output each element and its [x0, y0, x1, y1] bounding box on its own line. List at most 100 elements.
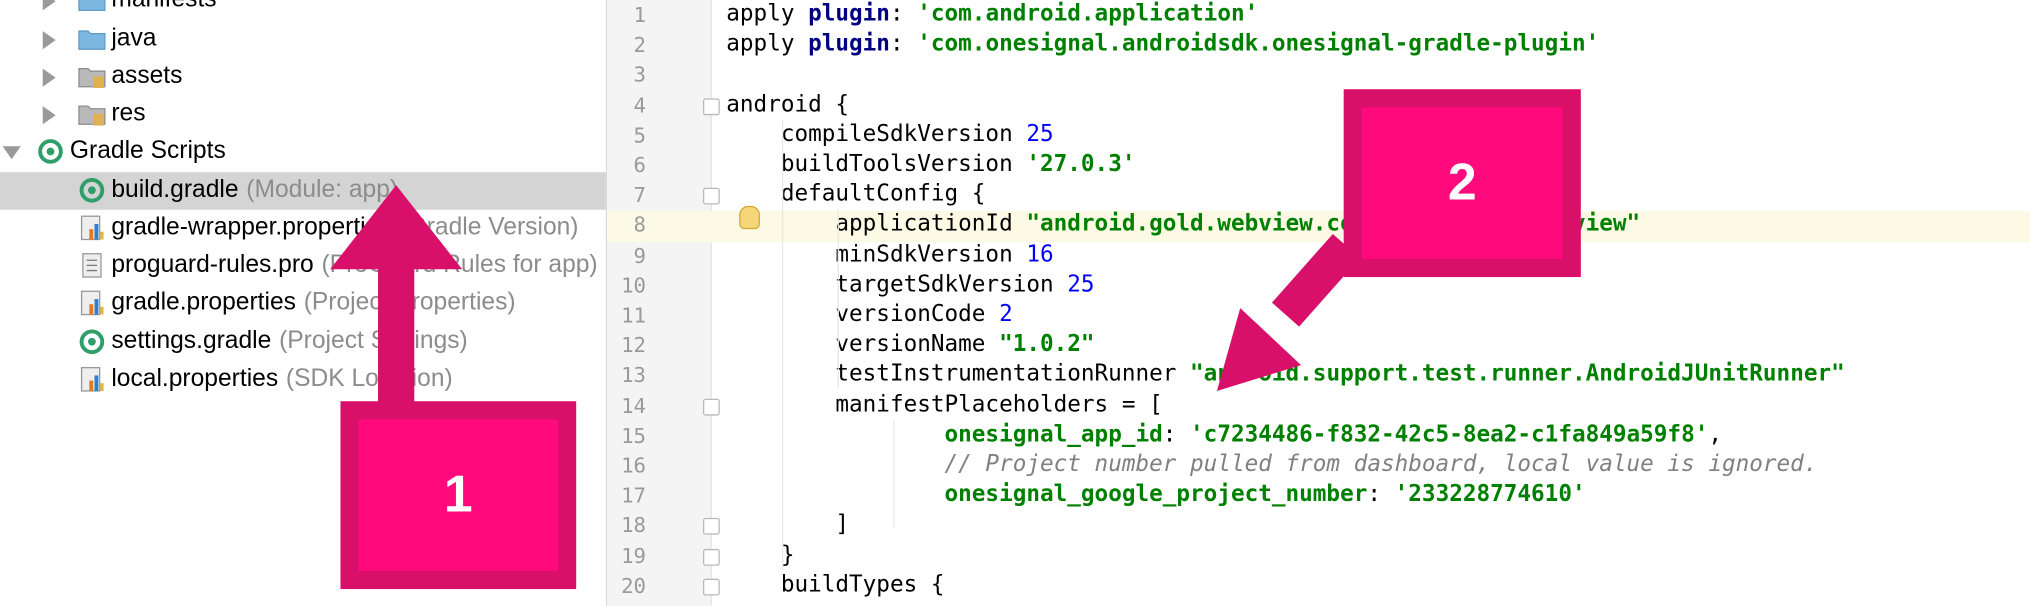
- tree-item-assets[interactable]: assets: [0, 58, 606, 96]
- code-text: onesignal_app_id: 'c7234486-f832-42c5-8e…: [726, 421, 1723, 448]
- collapse-arrow-icon[interactable]: [42, 106, 56, 125]
- fold-marker-icon[interactable]: [702, 518, 720, 536]
- callout-number-1: 1: [443, 466, 473, 524]
- code-line[interactable]: 3: [607, 61, 2030, 91]
- fold-marker-icon[interactable]: [702, 398, 720, 416]
- tree-item-label: assets: [111, 62, 182, 90]
- code-token: 25: [1067, 271, 1095, 298]
- tree-item-hint: (Project Properties): [303, 288, 516, 316]
- ide-window: manifests java assets res Gradle Scripts buil…: [0, 0, 2030, 606]
- code-token: testInstrumentationRunner: [726, 361, 1191, 388]
- tree-item-label: build.gradle (Module: app): [111, 176, 398, 204]
- tree-item-name: res: [111, 99, 146, 127]
- code-line[interactable]: 1 apply plugin: 'com.android.application': [607, 1, 2030, 31]
- code-text: compileSdkVersion 25: [726, 121, 1054, 147]
- code-token: versionName: [726, 331, 1000, 358]
- code-line[interactable]: 2 apply plugin: 'com.onesignal.androidsdk…: [607, 31, 2030, 61]
- tree-item-proguard-rules-pro[interactable]: proguard-rules.pro (ProGuard Rules for ap…: [0, 247, 606, 285]
- code-line[interactable]: 6 buildToolsVersion '27.0.3': [607, 151, 2030, 181]
- code-token: plugin: [808, 31, 890, 58]
- code-line[interactable]: 12 versionName "1.0.2": [607, 332, 2030, 362]
- code-line[interactable]: 5 compileSdkVersion 25: [607, 121, 2030, 151]
- callout-box-2: 2: [1343, 89, 1581, 278]
- tree-item-gradle-properties[interactable]: gradle.properties (Project Properties): [0, 285, 606, 323]
- indent-guide: [781, 120, 784, 570]
- code-token: :: [889, 1, 918, 28]
- code-text: minSdkVersion 16: [726, 242, 1053, 268]
- code-text: defaultConfig {: [726, 181, 986, 207]
- fold-marker-icon[interactable]: [702, 578, 720, 596]
- code-line[interactable]: 7 defaultConfig {: [607, 181, 2030, 211]
- collapse-arrow-icon[interactable]: [42, 0, 56, 11]
- code-line[interactable]: 18 ]: [607, 512, 2030, 542]
- tree-item-manifests[interactable]: manifests: [0, 0, 606, 19]
- code-token: :: [1162, 421, 1191, 448]
- code-token: '27.0.3': [1026, 151, 1136, 178]
- gradle-icon: [36, 139, 64, 165]
- tree-item-java[interactable]: java: [0, 21, 606, 59]
- tree-item-local-properties[interactable]: local.properties (SDK Location): [0, 361, 606, 399]
- code-token: 2: [999, 301, 1013, 328]
- code-token: 'c7234486-f832-42c5-8ea2-c1fa849a59f8': [1190, 421, 1709, 448]
- code-line[interactable]: 17 onesignal_google_project_number: '233…: [607, 482, 2030, 512]
- code-token: targetSdkVersion: [726, 271, 1068, 298]
- code-line[interactable]: 20 buildTypes {: [607, 572, 2030, 602]
- tree-item-label: local.properties (SDK Location): [111, 365, 452, 393]
- code-token: buildToolsVersion: [726, 151, 1027, 178]
- code-line[interactable]: 14 manifestPlaceholders = [: [607, 392, 2030, 422]
- lightbulb-icon[interactable]: [739, 205, 760, 230]
- line-number: 16: [621, 453, 647, 478]
- code-text: buildToolsVersion '27.0.3': [726, 151, 1136, 178]
- line-number: 19: [621, 543, 647, 568]
- tree-item-hint: (Module: app): [246, 176, 399, 204]
- code-text: buildTypes {: [726, 571, 945, 598]
- code-token: onesignal_google_project_number: [944, 481, 1368, 508]
- tree-item-name: assets: [111, 62, 183, 90]
- tree-item-settings-gradle[interactable]: settings.gradle (Project Settings): [0, 324, 606, 362]
- tree-item-gradle-wrapper-properties[interactable]: gradle-wrapper.properties (Gradle Version…: [0, 210, 606, 248]
- folder-icon: [78, 26, 106, 52]
- tree-item-res[interactable]: res: [0, 96, 606, 134]
- gradle-icon: [78, 177, 106, 203]
- tree-item-gradle-scripts[interactable]: Gradle Scripts: [0, 133, 606, 171]
- code-text: }: [726, 542, 795, 568]
- code-token: buildTypes {: [726, 571, 945, 598]
- code-line[interactable]: 8 applicationId "android.gold.webview.co…: [607, 211, 2030, 242]
- properties-file-icon: [78, 366, 106, 392]
- tree-item-label: Gradle Scripts: [70, 137, 226, 165]
- tree-item-hint: (Project Settings): [279, 327, 468, 355]
- code-token: android {: [726, 91, 850, 118]
- collapse-arrow-icon[interactable]: [42, 31, 56, 50]
- indent-guide: [893, 420, 895, 529]
- resource-folder-icon: [78, 101, 106, 127]
- code-token: 'com.android.application': [917, 1, 1259, 28]
- expand-arrow-icon[interactable]: [2, 146, 21, 160]
- line-number: 6: [633, 152, 647, 178]
- code-line[interactable]: 15 onesignal_app_id: 'c7234486-f832-42c5…: [607, 422, 2030, 452]
- code-line[interactable]: 9 minSdkVersion 16: [607, 242, 2030, 272]
- line-number: 4: [633, 92, 647, 118]
- code-line[interactable]: 19 }: [607, 542, 2030, 572]
- line-number: 9: [633, 242, 647, 268]
- code-line[interactable]: 13 testInstrumentationRunner "android.su…: [607, 362, 2030, 392]
- code-line[interactable]: 10 targetSdkVersion 25: [607, 272, 2030, 302]
- collapse-arrow-icon[interactable]: [42, 68, 56, 87]
- fold-marker-icon[interactable]: [702, 548, 720, 566]
- code-line[interactable]: 11 versionCode 2: [607, 302, 2030, 332]
- code-line[interactable]: 16 // Project number pulled from dashboa…: [607, 452, 2030, 482]
- line-number: 3: [633, 62, 647, 88]
- tree-item-build-gradle[interactable]: build.gradle (Module: app): [0, 172, 606, 210]
- code-text: manifestPlaceholders = [: [726, 392, 1162, 418]
- tree-item-name: java: [111, 24, 157, 52]
- code-editor[interactable]: 1 apply plugin: 'com.android.application'…: [607, 0, 2030, 606]
- code-token: :: [1367, 481, 1395, 508]
- code-token: :: [889, 31, 918, 58]
- fold-marker-icon[interactable]: [702, 97, 720, 115]
- tree-item-name: manifests: [111, 0, 216, 13]
- tree-item-hint: (ProGuard Rules for app): [321, 251, 598, 279]
- line-number: 14: [621, 393, 647, 418]
- fold-marker-icon[interactable]: [702, 187, 720, 205]
- code-line[interactable]: 4 android {: [607, 91, 2030, 121]
